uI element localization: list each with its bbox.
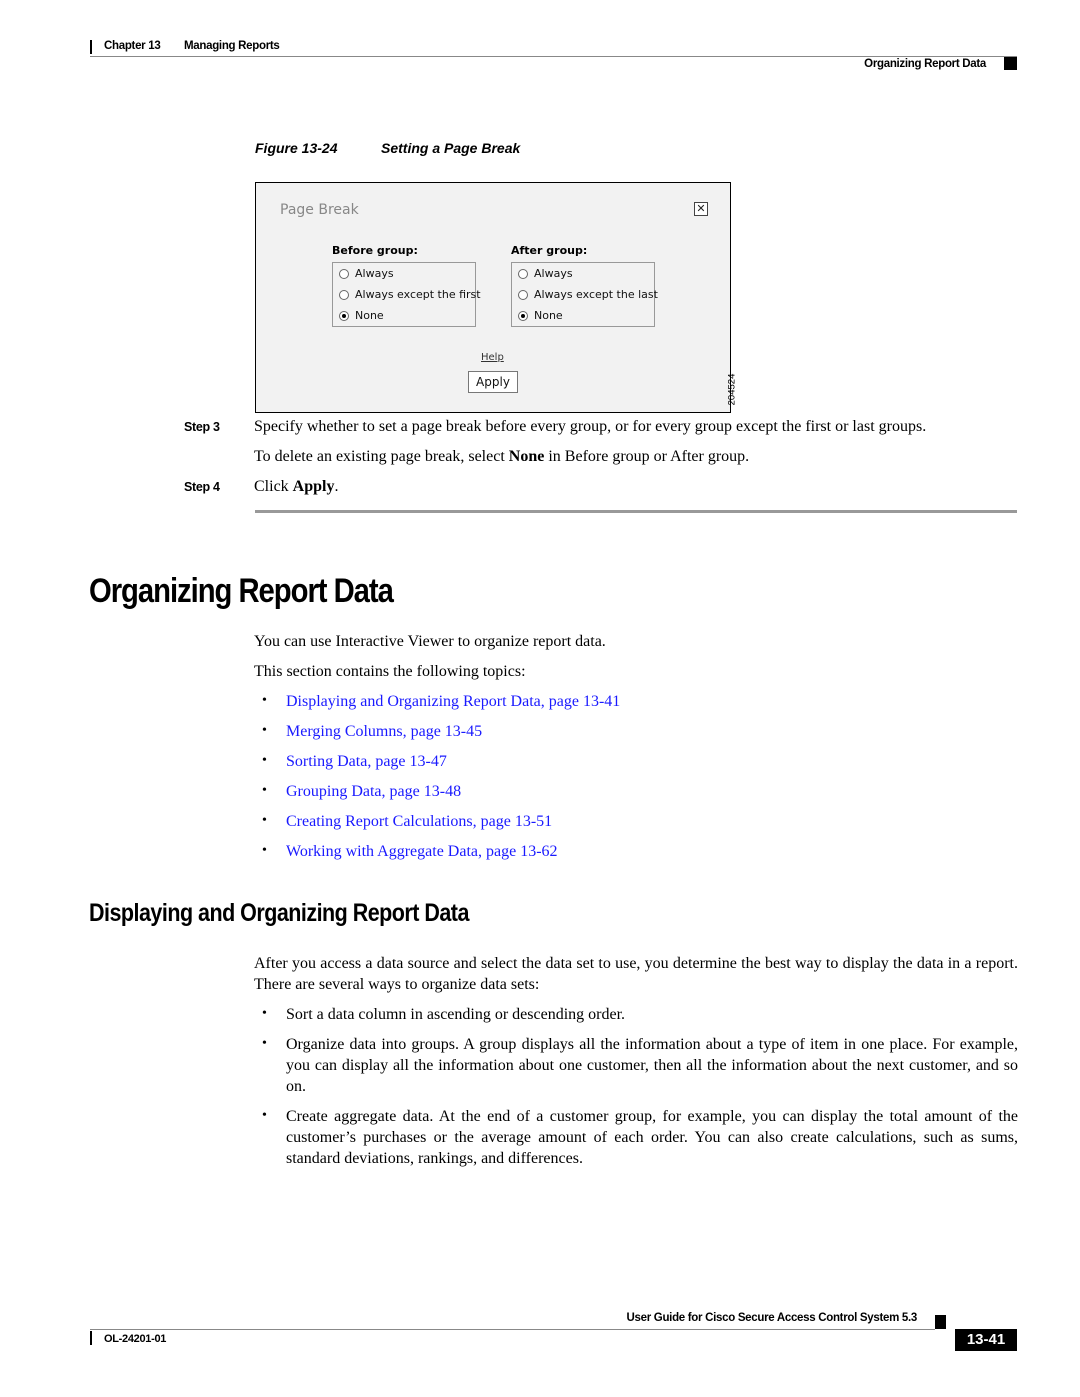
bullet: • bbox=[262, 1006, 267, 1021]
footer-square-marker bbox=[935, 1315, 946, 1329]
subsection-intro: After you access a data source and selec… bbox=[254, 955, 1018, 993]
before-group-label: Before group: bbox=[332, 244, 418, 257]
list-item: Sort a data column in ascending or desce… bbox=[286, 1006, 626, 1023]
footer-doc-id: OL-24201-01 bbox=[104, 1333, 167, 1345]
before-option-always-except-first[interactable]: Always except the first bbox=[339, 288, 481, 301]
bullet: • bbox=[262, 813, 267, 828]
header-marker-bar bbox=[90, 40, 92, 54]
figure-number: Figure 13-24 bbox=[255, 140, 338, 156]
help-link[interactable]: Help bbox=[481, 352, 504, 363]
figure-title: Setting a Page Break bbox=[381, 140, 521, 156]
procedure-end-rule bbox=[255, 510, 1017, 513]
radio-label: Always except the first bbox=[355, 288, 481, 301]
header-chapter-title: Managing Reports bbox=[184, 40, 280, 52]
bullet: • bbox=[262, 1036, 267, 1051]
header-section-title: Organizing Report Data bbox=[864, 58, 986, 70]
footer-guide-title: User Guide for Cisco Secure Access Contr… bbox=[626, 1312, 918, 1324]
section-heading: Organizing Report Data bbox=[89, 572, 394, 610]
topic-link[interactable]: Creating Report Calculations, page 13-51 bbox=[286, 811, 552, 832]
topic-link[interactable]: Displaying and Organizing Report Data, p… bbox=[286, 691, 620, 712]
before-group-options: Always Always except the first None bbox=[332, 262, 481, 327]
topics-intro: This section contains the following topi… bbox=[254, 663, 526, 680]
apply-keyword: Apply bbox=[292, 478, 335, 495]
radio-label: Always bbox=[534, 267, 573, 280]
bullet: • bbox=[262, 723, 267, 738]
before-option-always[interactable]: Always bbox=[339, 267, 394, 280]
bullet: • bbox=[262, 1108, 267, 1123]
topic-link[interactable]: Sorting Data, page 13-47 bbox=[286, 751, 447, 772]
bullet: • bbox=[262, 753, 267, 768]
step-3-label: Step 3 bbox=[184, 420, 220, 434]
subsection-heading: Displaying and Organizing Report Data bbox=[89, 899, 469, 927]
radio-button-selected[interactable] bbox=[518, 310, 528, 321]
step-4-label: Step 4 bbox=[184, 480, 220, 494]
close-icon[interactable]: ✕ bbox=[694, 202, 708, 216]
topic-link[interactable]: Working with Aggregate Data, page 13-62 bbox=[286, 841, 558, 862]
bullet: • bbox=[262, 783, 267, 798]
page-break-dialog: Page Break ✕ Before group: Always Always… bbox=[255, 182, 731, 413]
apply-button[interactable]: Apply bbox=[468, 371, 518, 393]
none-keyword: None bbox=[508, 448, 545, 465]
footer-marker-bar bbox=[90, 1331, 92, 1345]
header-rule bbox=[90, 56, 1017, 57]
radio-label: Always except the last bbox=[534, 288, 658, 301]
bullet: • bbox=[262, 843, 267, 858]
page-number: 13-41 bbox=[955, 1329, 1017, 1351]
radio-button-selected[interactable] bbox=[339, 310, 349, 321]
header-chapter: Chapter 13 bbox=[104, 40, 161, 52]
radio-label: None bbox=[534, 309, 563, 322]
dialog-title: Page Break bbox=[280, 202, 359, 218]
header-square-marker bbox=[1004, 57, 1017, 70]
figure-caption: Figure 13-24 Setting a Page Break bbox=[255, 140, 520, 156]
step-3-text: Specify whether to set a page break befo… bbox=[254, 418, 927, 435]
topic-link[interactable]: Grouping Data, page 13-48 bbox=[286, 781, 461, 802]
after-group-options: Always Always except the last None bbox=[511, 262, 658, 327]
step-4-text: Click Apply. bbox=[254, 478, 339, 495]
figure-id: 204524 bbox=[726, 373, 738, 406]
radio-label: None bbox=[355, 309, 384, 322]
radio-button[interactable] bbox=[518, 289, 528, 300]
radio-button[interactable] bbox=[518, 268, 528, 279]
list-item: Organize data into groups. A group displ… bbox=[286, 1036, 1018, 1095]
radio-button[interactable] bbox=[339, 289, 349, 300]
radio-label: Always bbox=[355, 267, 394, 280]
after-option-always[interactable]: Always bbox=[518, 267, 573, 280]
section-intro: You can use Interactive Viewer to organi… bbox=[254, 633, 606, 650]
bullet: • bbox=[262, 693, 267, 708]
after-option-none[interactable]: None bbox=[518, 309, 563, 322]
topic-link[interactable]: Merging Columns, page 13-45 bbox=[286, 721, 482, 742]
footer-rule bbox=[90, 1329, 935, 1330]
list-item: Create aggregate data. At the end of a c… bbox=[286, 1108, 1018, 1167]
step-3-note: To delete an existing page break, select… bbox=[254, 448, 750, 465]
after-group-label: After group: bbox=[511, 244, 588, 257]
radio-button[interactable] bbox=[339, 268, 349, 279]
before-option-none[interactable]: None bbox=[339, 309, 384, 322]
after-option-always-except-last[interactable]: Always except the last bbox=[518, 288, 658, 301]
